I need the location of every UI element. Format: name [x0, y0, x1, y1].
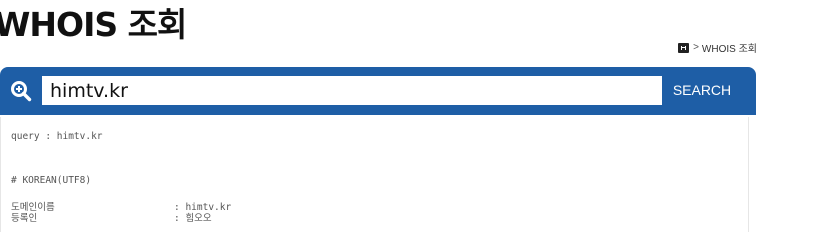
query-line: query : himtv.kr — [11, 131, 103, 142]
field-label-registrant: 등록인 — [11, 213, 38, 224]
search-bar: SEARCH — [0, 67, 756, 115]
breadcrumb: > WHOIS 조회 — [678, 40, 757, 55]
page-title: WHOIS 조회 — [0, 5, 187, 44]
field-value-registrant: : 힘오오 — [174, 213, 212, 224]
home-icon[interactable] — [678, 42, 690, 53]
charset-line: # KOREAN(UTF8) — [11, 175, 92, 186]
search-input[interactable] — [42, 76, 662, 105]
breadcrumb-current: WHOIS 조회 — [701, 44, 757, 55]
field-label-domain: 도메인이름 — [11, 202, 55, 213]
zoom-in-icon[interactable] — [10, 80, 32, 102]
field-value-domain: : himtv.kr — [174, 202, 232, 213]
whois-result: query : himtv.kr # KOREAN(UTF8) 도메인이름 : … — [0, 117, 749, 232]
search-button[interactable]: SEARCH — [662, 76, 742, 105]
breadcrumb-separator: > — [693, 42, 699, 53]
